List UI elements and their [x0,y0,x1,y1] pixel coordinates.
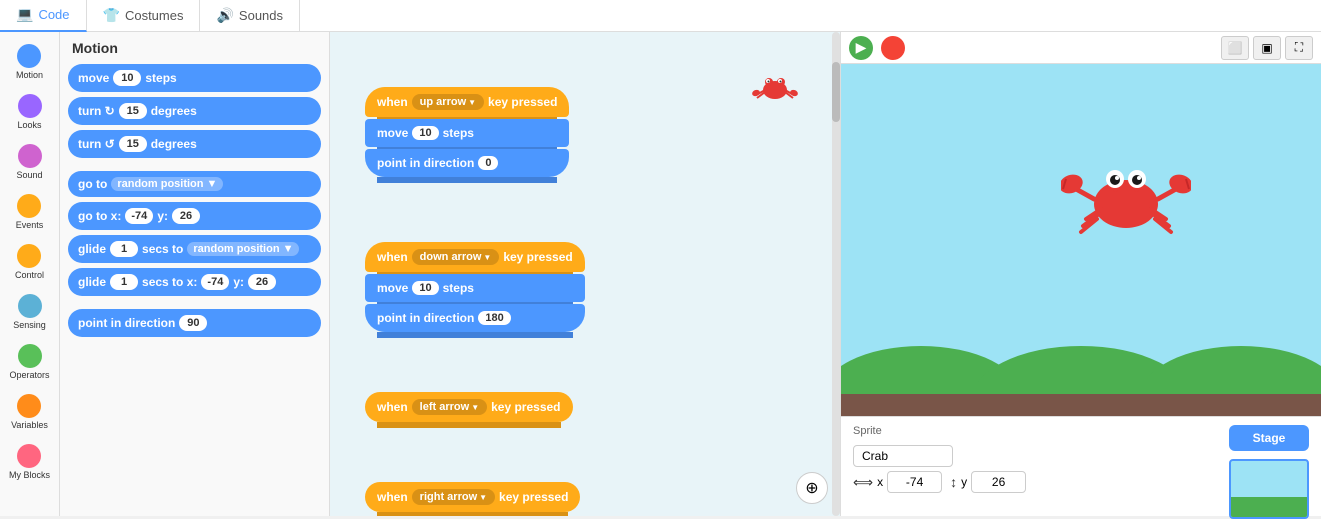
sidebar-item-variables[interactable]: Variables [9,390,50,434]
block-turn-ccw[interactable]: turn ↺ 15 degrees [68,130,321,158]
y-coord-input[interactable] [971,471,1026,493]
block-glide-random[interactable]: glide 1 secs to random position ▼ [68,235,321,263]
events-dot [17,194,41,218]
categories-panel: Motion Looks Sound Events Control Sensin… [0,32,60,516]
block-glide-xy[interactable]: glide 1 secs to x: -74 y: 26 [68,268,321,296]
y-arrow-icon: ↕ [950,474,957,490]
script-group-1: when up arrow key pressed move 10 steps … [365,87,569,177]
sprite-name-input[interactable] [853,445,953,467]
code-editor-area[interactable]: when up arrow key pressed move 10 steps … [330,32,841,516]
sprite-info-panel: Sprite ⟺ x ↕ y Stage [841,416,1321,516]
main-layout: Motion Looks Sound Events Control Sensin… [0,32,1321,516]
sidebar-item-motion[interactable]: Motion [14,40,45,84]
block-point-0[interactable]: point in direction 0 [365,149,569,177]
stage-controls: ▶ [849,36,905,60]
operators-dot [18,344,42,368]
block-move-steps[interactable]: move 10 steps [68,64,321,92]
control-dot [17,244,41,268]
block-goto-xy[interactable]: go to x: -74 y: 26 [68,202,321,230]
sidebar-item-sensing[interactable]: Sensing [11,290,48,334]
myblocks-dot [17,444,41,468]
stage-toolbar: ▶ ⬜ ▣ ⛶ [841,32,1321,64]
code-icon: 💻 [16,6,33,23]
block-move-10-2[interactable]: move 10 steps [365,274,585,302]
crab-sprite [1061,144,1191,254]
script-group-3: when left arrow key pressed [365,392,573,422]
block-turn-cw[interactable]: turn ↻ 15 degrees [68,97,321,125]
sidebar-item-events[interactable]: Events [14,190,46,234]
blocks-panel: Motion move 10 steps turn ↻ 15 degrees t… [60,32,330,516]
stop-button[interactable] [881,36,905,60]
blocks-panel-title: Motion [68,40,321,56]
stage-area: ▶ ⬜ ▣ ⛶ [841,32,1321,516]
green-flag-button[interactable]: ▶ [849,36,873,60]
sidebar-item-myblocks[interactable]: My Blocks [7,440,52,484]
stage-ground-svg [841,316,1321,416]
sounds-icon: 🔊 [216,7,233,24]
sprite-thumbnail [750,62,800,112]
x-coord-input[interactable] [887,471,942,493]
zoom-button[interactable]: ⊕ [796,472,828,504]
stage-view-buttons: ⬜ ▣ ⛶ [1221,36,1313,60]
backdrop-thumbnail[interactable] [1229,459,1309,519]
block-when-left-arrow[interactable]: when left arrow key pressed [365,392,573,422]
sidebar-item-sound[interactable]: Sound [14,140,44,184]
tab-costumes[interactable]: 👕 Costumes [87,0,201,32]
scrollbar-thumb[interactable] [832,62,840,122]
variables-dot [17,394,41,418]
large-stage-button[interactable]: ▣ [1253,36,1281,60]
top-tab-bar: 💻 Code 👕 Costumes 🔊 Sounds [0,0,1321,32]
scrollbar[interactable] [832,32,840,516]
sidebar-item-control[interactable]: Control [13,240,46,284]
backdrop-ground-mini [1231,497,1307,517]
block-point-direction[interactable]: point in direction 90 [68,309,321,337]
block-goto-pos[interactable]: go to random position ▼ [68,171,321,197]
block-move-10-1[interactable]: move 10 steps [365,119,569,147]
x-arrow-icon: ⟺ [853,474,873,491]
motion-dot [17,44,41,68]
block-when-right-arrow[interactable]: when right arrow key pressed [365,482,580,512]
sidebar-item-operators[interactable]: Operators [7,340,51,384]
tab-code[interactable]: 💻 Code [0,0,87,32]
script-group-4: when right arrow key pressed [365,482,580,512]
stage-canvas [841,64,1321,416]
looks-dot [18,94,42,118]
stage-tab-button[interactable]: Stage [1229,425,1309,451]
block-when-up-arrow[interactable]: when up arrow key pressed [365,87,569,117]
tab-sounds[interactable]: 🔊 Sounds [200,0,300,32]
sensing-dot [18,294,42,318]
block-when-down-arrow[interactable]: when down arrow key pressed [365,242,585,272]
costumes-icon: 👕 [103,7,120,24]
small-stage-button[interactable]: ⬜ [1221,36,1249,60]
sidebar-item-looks[interactable]: Looks [15,90,43,134]
fullscreen-button[interactable]: ⛶ [1285,36,1313,60]
script-group-2: when down arrow key pressed move 10 step… [365,242,585,332]
sound-dot [18,144,42,168]
block-point-180[interactable]: point in direction 180 [365,304,585,332]
